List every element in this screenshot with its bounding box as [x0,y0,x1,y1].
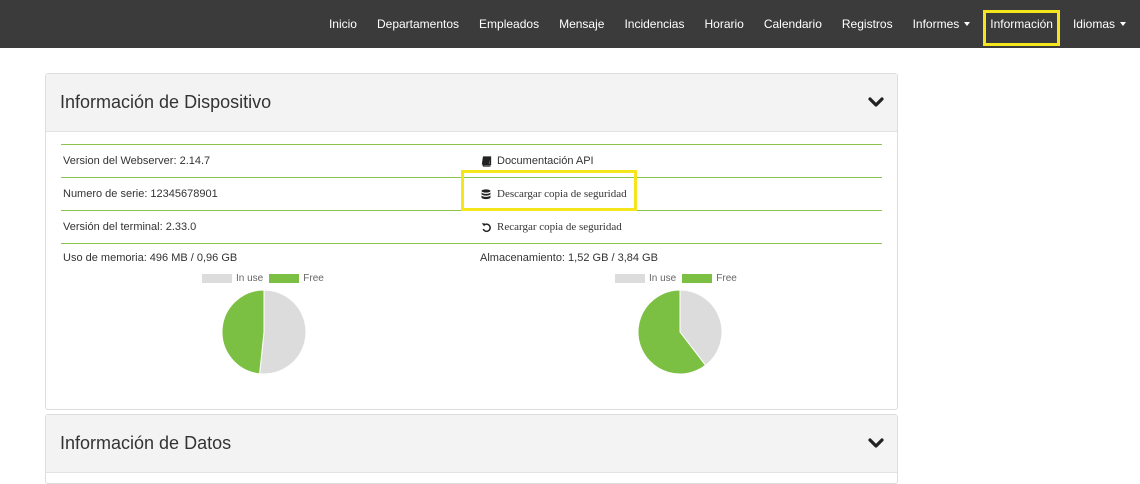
legend-swatch-free [269,274,300,283]
chevron-down-icon[interactable] [867,435,885,453]
nav-item-mensaje[interactable]: Mensaje [549,0,614,48]
top-navbar: Inicio Departamentos Empleados Mensaje Incid… [0,0,1140,48]
nav-item-label: Inicio [328,17,357,31]
info-row: Numero de serie: 12345678901 Descargar c… [61,177,882,210]
nav-menu: Inicio Departamentos Empleados Mensaje Incid… [319,0,1140,48]
nav-item-inicio[interactable]: Inicio [319,0,367,48]
nav-item-registros[interactable]: Registros [832,0,903,48]
legend-swatch-free [682,274,713,283]
caret-down-icon [1120,22,1126,26]
data-info-title: Información de Datos [60,433,232,453]
data-info-heading[interactable]: Información de Datos [46,415,897,473]
memory-usage-pie-chart [221,289,307,375]
storage-chart-legend: In use Free [615,273,743,284]
serial-number: Numero de serie: 12345678901 [63,188,218,200]
pie-slice-in-use [259,289,307,375]
nav-item-label: Idiomas [1072,17,1115,31]
stats-row: Uso de memoria: 496 MB / 0,96 GB In use … [61,243,882,387]
storage-usage-pie-chart [637,289,723,375]
api-docs-link[interactable]: Documentación API [478,155,882,167]
info-row: Version del Webserver: 2.14.7 Documentac… [61,144,882,177]
legend-label-free: Free [303,273,324,284]
legend-swatch-in-use [202,274,232,283]
device-info-heading[interactable]: Información de Dispositivo [46,74,897,132]
reload-backup-link[interactable]: Recargar copia de seguridad [478,221,882,233]
nav-item-label: Información [990,17,1053,31]
device-info-title: Información de Dispositivo [60,92,272,112]
memory-usage-label: Uso de memoria: 496 MB / 0,96 GB [63,252,238,264]
chevron-down-icon[interactable] [867,94,885,112]
legend-label-in-use: In use [236,273,264,284]
nav-item-label: Departamentos [376,17,460,31]
nav-item-departamentos[interactable]: Departamentos [367,0,469,48]
nav-item-label: Informes [912,17,960,31]
nav-item-informacion[interactable]: Información [980,0,1063,48]
info-row: Versión del terminal: 2.33.0 Recargar co… [61,210,882,243]
reload-backup-label: Recargar copia de seguridad [497,221,622,233]
nav-item-calendario[interactable]: Calendario [754,0,832,48]
caret-down-icon [964,22,971,26]
nav-item-label: Mensaje [559,17,605,31]
device-info-panel: Información de Dispositivo Version del W… [45,73,898,410]
nav-item-label: Empleados [479,17,540,31]
pie-slice-free [221,289,265,375]
nav-item-label: Registros [841,17,893,31]
memory-usage-section: Uso de memoria: 496 MB / 0,96 GB In use … [61,252,478,387]
device-info-grid: Version del Webserver: 2.14.7 Documentac… [46,132,897,387]
nav-item-informes[interactable]: Informes [903,0,981,48]
book-icon [480,155,492,167]
download-backup-link[interactable]: Descargar copia de seguridad [478,188,882,200]
nav-item-idiomas[interactable]: Idiomas [1063,0,1136,48]
storage-usage-section: Almacenamiento: 1,52 GB / 3,84 GB In use… [478,252,882,387]
nav-item-horario[interactable]: Horario [694,0,753,48]
nav-item-label: Horario [704,17,744,31]
api-docs-label: Documentación API [497,155,594,167]
webserver-version: Version del Webserver: 2.14.7 [63,155,211,167]
database-icon [480,188,492,200]
legend-swatch-in-use [615,274,645,283]
data-info-panel: Información de Datos [45,414,898,484]
nav-item-label: Incidencias [624,17,685,31]
memory-chart-legend: In use Free [202,273,330,284]
storage-usage-label: Almacenamiento: 1,52 GB / 3,84 GB [480,252,658,264]
restore-icon [480,221,492,233]
nav-item-empleados[interactable]: Empleados [469,0,549,48]
nav-item-label: Calendario [763,17,822,31]
nav-item-incidencias[interactable]: Incidencias [614,0,694,48]
legend-label-free: Free [716,273,737,284]
download-backup-label: Descargar copia de seguridad [497,188,627,200]
legend-label-in-use: In use [649,273,677,284]
terminal-version: Versión del terminal: 2.33.0 [63,221,197,233]
